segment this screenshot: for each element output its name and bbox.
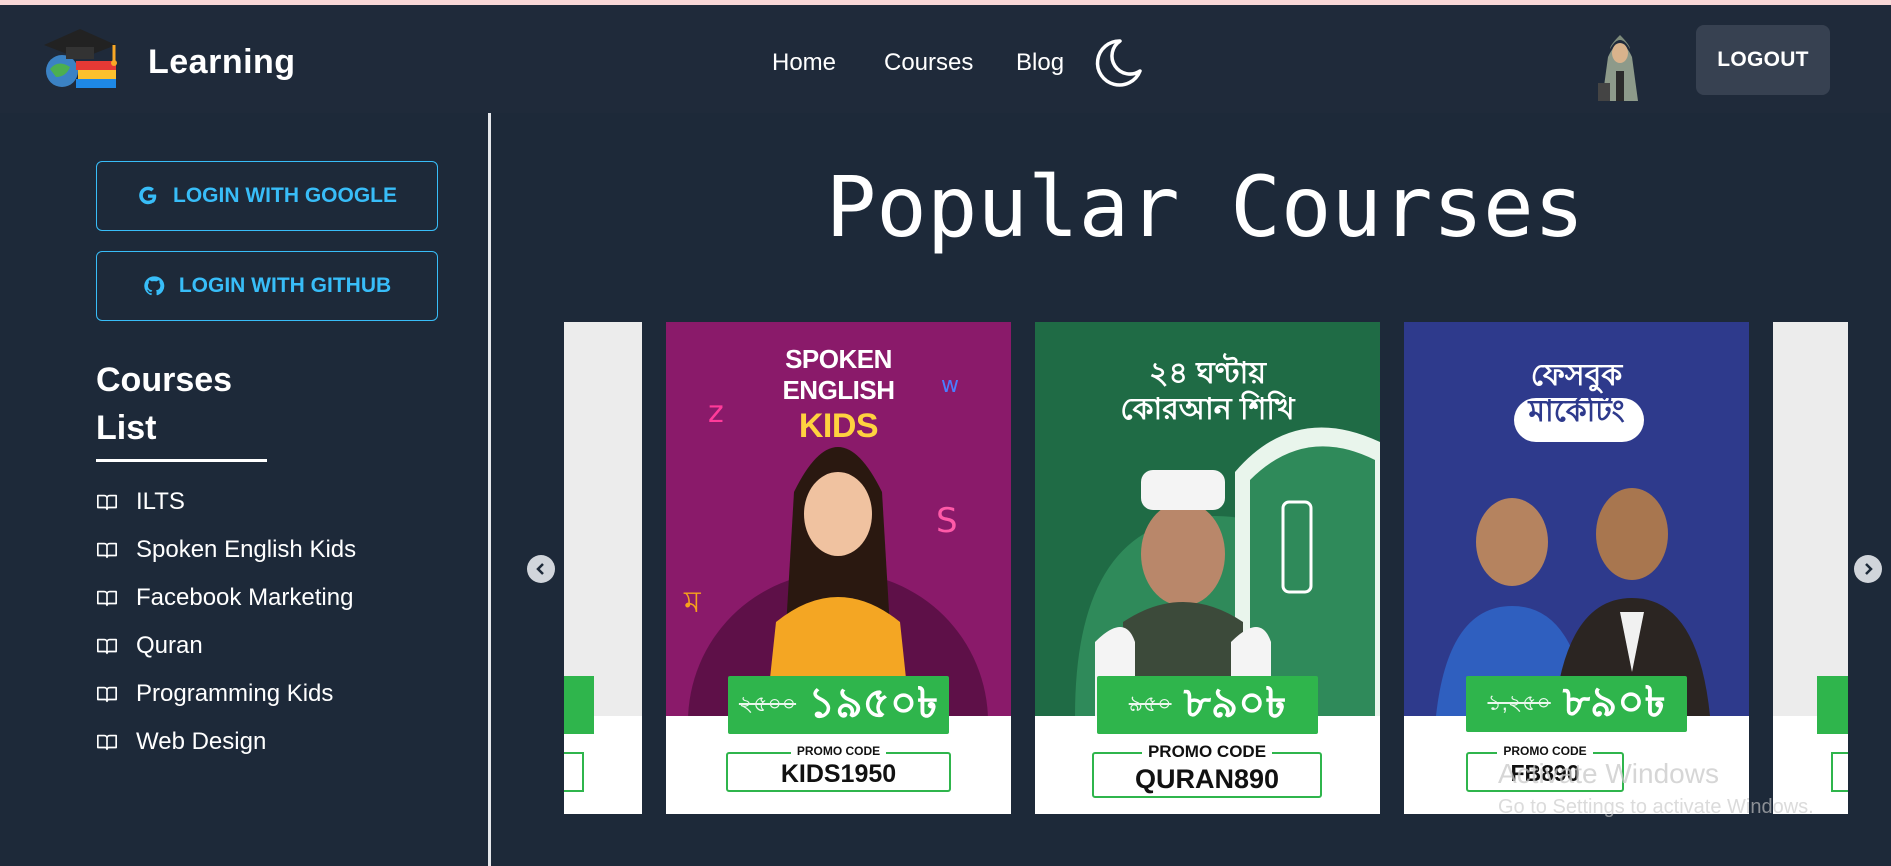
promo-label-text: PROMO CODE [1141,742,1273,761]
course-item-programming-kids[interactable]: Programming Kids [96,670,356,718]
book-icon [97,638,117,655]
course-item-label: Spoken English Kids [136,536,357,563]
course-item-label: Programming Kids [136,680,334,707]
activate-windows-subtext: Go to Settings to activate Windows. [1498,796,1814,818]
card-title-line: মার্কেটিং [1528,395,1625,428]
promo-box [1831,752,1848,792]
page-title: Popular Courses [825,158,1585,256]
svg-text:S: S [936,501,958,541]
price-tag: ৯৫০ ৮৯০৳ [1097,676,1318,734]
card-title-line: কোরআন শিখি [1120,393,1295,426]
card-title-line: KIDS [798,407,879,446]
book-icon [97,734,117,751]
courses-list-heading: Courses List [96,356,296,452]
promo-code: QURAN890 [1134,764,1280,794]
old-price: ৯৫০ [1128,690,1172,716]
course-card-quran[interactable]: ২৪ ঘণ্টায় কোরআন শিখি ৯৫০ ৮৯০৳ PROMO COD… [1035,322,1380,814]
carousel-prev-button[interactable] [527,555,555,583]
price-tag [1817,676,1848,734]
book-icon [97,686,117,703]
book-icon [97,590,117,607]
moon-icon[interactable] [1090,35,1146,91]
promo-label: PROMO CODE [1094,742,1320,762]
course-list: ILTS Spoken English Kids Facebook Market… [96,478,356,766]
card-title: ২৪ ঘণ্টায় কোরআন শিখি [1035,356,1380,428]
activate-windows-watermark: Activate Windows [1498,758,1719,789]
card-title-line: ২৪ ঘণ্টায় [1148,357,1267,390]
course-card-spoken-english-kids[interactable]: z S ম w SPOKEN ENGLISH KIDS ২৫০০ ১৯৫০৳ P… [666,322,1011,814]
nav-home-link[interactable]: Home [772,49,836,77]
logo-icon[interactable] [36,25,124,95]
carousel-next-button[interactable] [1854,555,1882,583]
course-item-ilts[interactable]: ILTS [96,478,356,526]
new-price: ৮৯০৳ [1562,677,1666,725]
promo-label: PROMO CODE [1468,744,1622,758]
nav-courses-link[interactable]: Courses [884,49,973,77]
card-title: SPOKEN ENGLISH KIDS [666,344,1011,447]
course-card-partial-right[interactable] [1773,322,1848,814]
course-card-partial-left[interactable] [564,322,642,814]
promo-label: PROMO CODE [728,744,949,758]
course-item-label: Facebook Marketing [136,584,354,611]
login-github-button[interactable]: LOGIN WITH GITHUB [96,251,438,321]
book-icon [97,542,117,559]
course-card-facebook-marketing[interactable]: ফেসবুক মার্কেটিং ১,২৫০ ৮৯০৳ PROMO CODE F… [1404,322,1749,814]
logout-button[interactable]: LOGOUT [1696,25,1830,95]
price-tag: ২৫০০ ১৯৫০৳ [728,676,949,734]
course-item-label: Quran [136,632,203,659]
github-icon [144,276,165,296]
price-tag [564,676,594,734]
card-title-line: SPOKEN [785,344,892,374]
courses-heading-line2: List [96,409,157,447]
chevron-left-icon [536,563,544,575]
course-item-quran[interactable]: Quran [96,622,356,670]
course-item-label: Web Design [136,728,267,755]
login-google-button[interactable]: LOGIN WITH GOOGLE [96,161,438,231]
promo-label-text: PROMO CODE [790,744,887,758]
course-item-spoken-english-kids[interactable]: Spoken English Kids [96,526,356,574]
course-carousel: z S ম w SPOKEN ENGLISH KIDS ২৫০০ ১৯৫০৳ P… [564,322,1848,814]
navbar: Learning Home Courses Blog LOGOUT [0,5,1891,113]
promo-box: PROMO CODE QURAN890 [1092,742,1322,798]
chevron-right-icon [1865,563,1873,575]
sidebar-divider [488,113,491,866]
course-item-label: ILTS [136,488,185,515]
login-github-label: LOGIN WITH GITHUB [178,274,392,297]
card-title: ফেসবুক মার্কেটিং [1404,358,1749,430]
new-price: ১৯৫০৳ [808,678,939,726]
old-price: ১,২৫০ [1487,689,1551,715]
svg-text:ম: ম [683,585,702,620]
card-image [564,322,642,716]
course-item-web-design[interactable]: Web Design [96,718,356,766]
course-item-facebook-marketing[interactable]: Facebook Marketing [96,574,356,622]
card-image [1773,322,1848,716]
old-price: ২৫০০ [738,690,797,716]
new-price: ৮৯০৳ [1183,678,1287,726]
promo-code: KIDS1950 [780,760,897,788]
promo-box [564,752,584,792]
courses-heading-line1: Courses [96,361,233,399]
google-icon [139,186,157,205]
heading-underline [96,459,267,462]
login-google-label: LOGIN WITH GOOGLE [173,184,397,207]
avatar[interactable] [1590,27,1650,107]
nav-blog-link[interactable]: Blog [1016,49,1064,77]
card-title-line: ফেসবুক [1530,359,1623,392]
promo-label-text: PROMO CODE [1497,744,1593,758]
book-icon [97,494,117,511]
price-tag: ১,২৫০ ৮৯০৳ [1466,676,1687,732]
card-title-line: ENGLISH [782,375,895,406]
brand-name[interactable]: Learning [148,43,296,82]
promo-box: PROMO CODE KIDS1950 [726,744,951,792]
